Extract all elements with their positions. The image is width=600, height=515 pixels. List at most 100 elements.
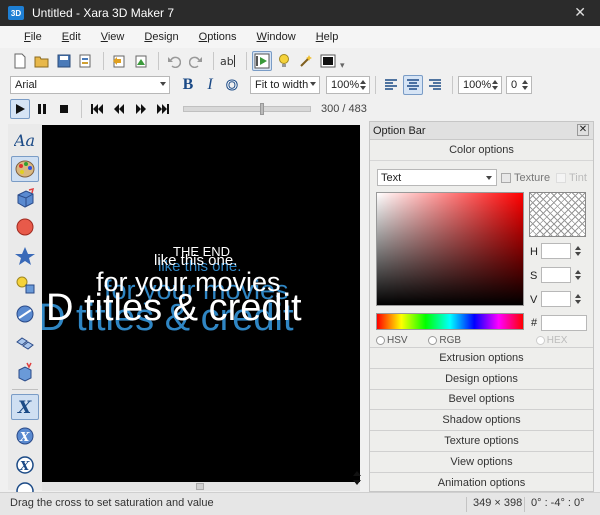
import-button[interactable]	[109, 51, 129, 71]
menu-file[interactable]: File	[14, 31, 52, 43]
extrude-tool[interactable]	[11, 185, 39, 211]
options-list: Extrusion options Design options Bevel o…	[370, 347, 593, 493]
playback-toolbar: 300 / 483	[10, 98, 367, 120]
bold-label: B	[182, 76, 194, 93]
design-canvas[interactable]: THE END like this one. like this one. fo…	[42, 125, 360, 482]
frame-slider[interactable]	[183, 103, 311, 115]
tint-checkbox[interactable]: Tint	[556, 172, 587, 184]
color-swatch	[529, 192, 586, 237]
design-options-header[interactable]: Design options	[370, 367, 593, 389]
hex-hash: #	[531, 317, 538, 329]
lighting-tool[interactable]	[11, 272, 39, 298]
toolbar-separator	[12, 389, 38, 390]
hue-slider[interactable]	[376, 313, 524, 330]
save-button[interactable]	[54, 51, 74, 71]
italic-button[interactable]: I	[200, 75, 220, 95]
rgb-radio[interactable]: RGB	[428, 335, 461, 346]
canvas-resize-handle[interactable]	[352, 470, 362, 486]
hex-radio[interactable]: HEX	[535, 335, 567, 346]
stop-button[interactable]	[54, 99, 74, 119]
export-button[interactable]	[76, 51, 96, 71]
shadow-options-header[interactable]: Shadow options	[370, 409, 593, 430]
spinner-arrows-icon[interactable]	[490, 78, 500, 92]
radio-dot	[376, 335, 385, 345]
zoom-stepper[interactable]: 100%	[326, 76, 370, 94]
animation-tool[interactable]	[11, 359, 39, 385]
fit-mode-select[interactable]: Fit to width	[250, 76, 320, 94]
open-file-button[interactable]	[32, 51, 52, 71]
x-logo-outline-icon[interactable]: X	[11, 452, 39, 478]
bold-button[interactable]: B	[178, 75, 198, 95]
toolbar-more-icon[interactable]: ▾	[340, 60, 345, 71]
shadow-tool[interactable]	[11, 243, 39, 269]
hex-field[interactable]	[541, 315, 587, 331]
format-toolbar: Arial B I O Fit to width 100% 100% 0	[10, 74, 532, 96]
animation-play-button[interactable]	[252, 51, 272, 71]
frame-slider-handle[interactable]	[260, 103, 264, 115]
first-frame-button[interactable]	[87, 99, 107, 119]
texture-options-header[interactable]: Texture options	[370, 430, 593, 451]
texture-tool[interactable]	[11, 301, 39, 327]
menu-window[interactable]: Window	[247, 31, 306, 43]
close-icon[interactable]: ✕	[577, 124, 589, 136]
align-center-button[interactable]	[403, 75, 423, 95]
close-icon[interactable]: ✕	[574, 4, 586, 21]
design-tool[interactable]	[11, 330, 39, 356]
spinner-arrows-icon[interactable]	[520, 78, 530, 92]
texture-checkbox[interactable]: Texture	[501, 172, 550, 184]
hue-field[interactable]	[541, 243, 571, 259]
hsv-radio[interactable]: HSV	[376, 335, 408, 346]
text-tool[interactable]: Aa	[11, 127, 39, 153]
menu-help[interactable]: Help	[306, 31, 349, 43]
app-icon: 3D	[8, 6, 24, 20]
toolbar-separator	[158, 52, 159, 70]
wand-icon[interactable]	[296, 51, 316, 71]
value-field[interactable]	[541, 291, 571, 307]
outline-button[interactable]: O	[222, 75, 242, 95]
scroll-thumb[interactable]	[196, 483, 204, 490]
bevel-options-header[interactable]: Bevel options	[370, 388, 593, 410]
menu-design[interactable]: Design	[134, 31, 188, 43]
play-button[interactable]	[10, 99, 30, 119]
animation-options-header[interactable]: Animation options	[370, 471, 593, 493]
frame-counter: 300 / 483	[321, 103, 367, 115]
menu-view[interactable]: View	[91, 31, 135, 43]
rotation-angles: 0° : -4° : 0°	[524, 497, 585, 512]
x-logo-icon[interactable]: X	[11, 394, 39, 420]
spinner-arrows-icon[interactable]	[574, 244, 583, 258]
spinner-arrows-icon[interactable]	[574, 268, 583, 282]
menu-options[interactable]: Options	[189, 31, 247, 43]
redo-button[interactable]	[186, 51, 206, 71]
lightbulb-icon[interactable]	[274, 51, 294, 71]
saturation-value-picker[interactable]	[376, 192, 524, 306]
color-options-header[interactable]: Color options	[370, 140, 593, 161]
background-button[interactable]	[318, 51, 338, 71]
spinner-arrows-icon[interactable]	[574, 292, 583, 306]
menu-edit[interactable]: Edit	[52, 31, 91, 43]
title-bar: 3D Untitled - Xara 3D Maker 7 ✕	[0, 0, 600, 26]
previous-frame-button[interactable]	[109, 99, 129, 119]
color-target-select[interactable]: Text	[377, 169, 497, 186]
pause-button[interactable]	[32, 99, 52, 119]
align-right-button[interactable]	[425, 75, 445, 95]
extrusion-options-header[interactable]: Extrusion options	[370, 347, 593, 368]
v-label: V	[530, 294, 538, 306]
x-logo-round-icon[interactable]: X	[11, 423, 39, 449]
next-frame-button[interactable]	[131, 99, 151, 119]
view-options-header[interactable]: View options	[370, 450, 593, 472]
line-spacing-value: 100%	[463, 79, 492, 91]
line-spacing-stepper[interactable]: 100%	[458, 76, 502, 94]
palette-icon[interactable]	[11, 156, 39, 182]
new-file-button[interactable]	[10, 51, 30, 71]
saturation-field[interactable]	[541, 267, 571, 283]
align-left-button[interactable]	[381, 75, 401, 95]
import-design-button[interactable]	[131, 51, 151, 71]
font-select[interactable]: Arial	[10, 76, 170, 94]
canvas-horizontal-scrollbar[interactable]	[42, 482, 360, 491]
bevel-tool[interactable]	[11, 214, 39, 240]
spinner-arrows-icon[interactable]	[358, 78, 368, 92]
offset-stepper[interactable]: 0	[506, 76, 532, 94]
undo-button[interactable]	[164, 51, 184, 71]
text-edit-button[interactable]: ab	[219, 51, 239, 71]
last-frame-button[interactable]	[153, 99, 173, 119]
